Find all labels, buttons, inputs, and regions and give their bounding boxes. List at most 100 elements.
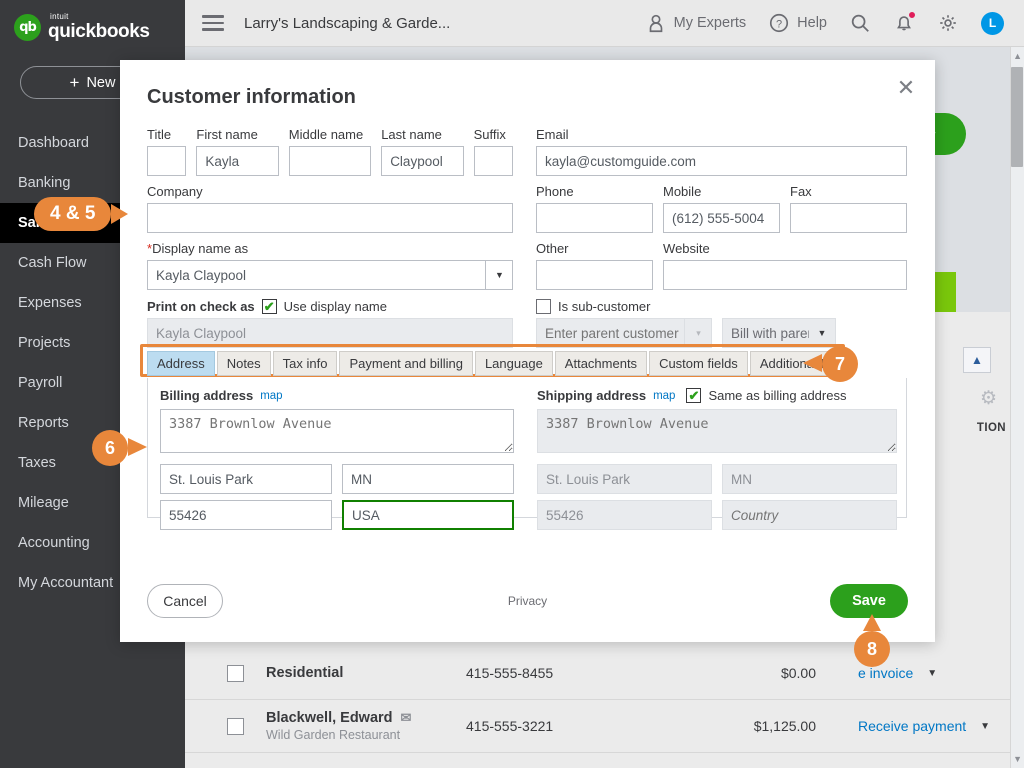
form-right-column: Email Phone Mobile Fax [536,127,907,348]
hamburger-icon[interactable] [202,11,224,35]
fax-input[interactable] [790,203,907,233]
scroll-down-arrow-icon[interactable]: ▼ [1013,754,1022,764]
name-fields-row: Title First name Middle name Last name Suffi… [147,127,513,176]
collapse-toggle[interactable]: ▲ [963,347,991,373]
tab-payment-and-billing[interactable]: Payment and billing [339,351,473,376]
callout-6-label: 6 [104,437,115,458]
company-name[interactable]: Larry's Landscaping & Garde... [244,15,450,32]
display-name-select[interactable]: ▼ [147,260,513,290]
first-name-input[interactable] [196,146,279,176]
tab-label: Address [157,356,205,371]
shipping-map-link[interactable]: map [653,390,675,402]
gear-icon[interactable] [937,12,959,34]
shipping-street-input [537,409,897,453]
shipping-country-input [722,500,897,530]
row-action-link[interactable]: e invoice [858,665,913,681]
quickbooks-app: qb intuit quickbooks + New Dashboard Bank… [0,0,1024,768]
website-input[interactable] [663,260,907,290]
mobile-input[interactable] [663,203,780,233]
chevron-down-icon[interactable]: ▼ [980,721,990,732]
tab-custom-fields[interactable]: Custom fields [649,351,748,376]
sidebar-item-label: Cash Flow [18,255,87,271]
is-sub-customer-checkbox[interactable] [536,299,551,314]
customer-name: Blackwell, Edward ✉ [266,710,466,726]
customer-name-cell: Blackwell, Edward ✉ Wild Garden Restaurant [266,710,466,742]
phone-field-group: Phone [536,184,653,233]
close-icon[interactable]: ✕ [893,76,919,102]
privacy-link[interactable]: Privacy [508,594,547,608]
phone-input[interactable] [536,203,653,233]
tab-attachments[interactable]: Attachments [554,351,648,376]
tab-language[interactable]: Language [474,351,553,376]
cancel-button[interactable]: Cancel [147,584,223,618]
billing-street-input[interactable] [160,409,514,453]
tab-tax-info[interactable]: Tax info [272,351,338,376]
last-name-input[interactable] [381,146,464,176]
middle-name-field-group: Middle name [288,127,372,176]
table-settings-gear-icon[interactable]: ⚙ [980,387,997,410]
scrollbar-thumb[interactable] [1011,67,1023,167]
email-input[interactable] [536,146,907,176]
other-input[interactable] [536,260,654,290]
website-label: Website [663,241,710,256]
row-action-link[interactable]: Receive payment [858,718,966,734]
table-row[interactable]: Chapman, Natalie✉415-555-3232$0.00Create… [185,753,1024,768]
table-row[interactable]: Blackwell, Edward ✉ Wild Garden Restaurant… [185,700,1024,753]
brand-logo: qb intuit quickbooks [0,0,185,41]
same-as-billing-checkbox[interactable]: ✔ [686,388,702,403]
sidebar-item-label: Banking [18,175,71,191]
search-icon[interactable] [849,12,871,34]
help-button[interactable]: ? Help [768,12,827,34]
website-field-group: Website [663,241,907,290]
display-name-field-group: *Display name as ▼ [147,241,513,290]
customer-name-text: Blackwell, Edward [266,710,393,726]
row-checkbox[interactable] [227,664,244,682]
billing-country-input[interactable] [342,500,514,530]
first-name-field-group: First name [196,127,279,176]
envelope-icon: ✉ [400,710,412,725]
tab-label: Notes [226,356,261,371]
customer-company: Wild Garden Restaurant [266,728,401,742]
tab-label: Custom fields [659,356,738,371]
customer-phone: 415-555-8455 [466,665,554,681]
new-button-label: New [86,74,116,91]
tab-notes[interactable]: Notes [216,351,271,376]
tab-label: Attachments [564,356,638,371]
display-name-input[interactable] [147,260,513,290]
billing-state-input[interactable] [342,464,514,494]
billing-city-input[interactable] [160,464,332,494]
tab-label: Tax info [282,356,328,371]
help-label: Help [797,15,827,31]
billing-map-link[interactable]: map [260,390,282,402]
sidebar-item-label: Mileage [18,495,69,511]
quickbooks-wordmark: quickbooks [48,21,150,42]
shipping-city-input [537,464,712,494]
person-icon [649,14,662,33]
suffix-input[interactable] [473,146,513,176]
customer-information-modal: ✕ Customer information Title First name Mi… [120,60,935,642]
plus-icon: + [69,72,80,92]
scroll-up-arrow-icon[interactable]: ▲ [1013,51,1022,61]
save-button[interactable]: Save [830,584,908,618]
sub-customer-row: Is sub-customer [536,299,907,314]
table-row[interactable]: Residential 415-555-8455 $0.00 e invoice ▼ [185,647,1024,700]
my-experts-button[interactable]: My Experts [645,12,746,34]
row-checkbox[interactable] [227,717,244,735]
avatar[interactable]: L [981,11,1004,35]
other-field-group: Other [536,241,654,290]
notifications-button[interactable] [893,11,916,34]
other-website-row: Other Website [536,241,907,290]
callout-8-label: 8 [866,638,877,659]
company-input[interactable] [147,203,513,233]
chevron-down-icon[interactable]: ▼ [927,668,937,679]
use-display-name-checkbox[interactable]: ✔ [261,299,277,314]
title-input[interactable] [147,146,187,176]
sidebar-item-label: Expenses [18,295,82,311]
tab-strip: Address Notes Tax info Payment and billing L… [147,351,853,376]
middle-name-input[interactable] [288,146,372,176]
chevron-down-icon[interactable]: ▼ [485,260,513,290]
modal-footer: Cancel Privacy Save [147,584,908,618]
billing-zip-input[interactable] [160,500,332,530]
vertical-scrollbar[interactable]: ▲ ▼ [1010,47,1024,768]
tab-address[interactable]: Address [147,351,215,376]
